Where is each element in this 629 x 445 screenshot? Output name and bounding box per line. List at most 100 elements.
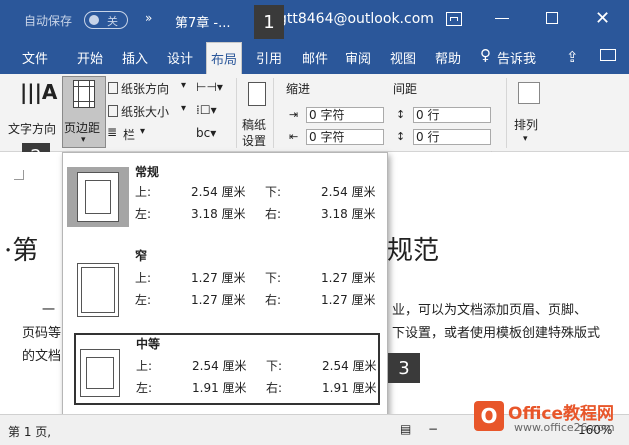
margins-label: 页边距	[64, 121, 101, 135]
doc-para-line2-left: 页码等	[22, 326, 62, 341]
zoom-out-icon[interactable]: −	[428, 422, 438, 436]
doc-para-line3-left: 的文档	[22, 349, 62, 364]
doc-heading-right: 规范	[387, 236, 440, 266]
line-numbers-icon[interactable]: ⁞☐▾	[196, 103, 217, 117]
size-dropdown-icon[interactable]: ▾	[181, 103, 186, 114]
spacing-label: 间距	[393, 82, 418, 96]
columns-dropdown-icon[interactable]: ▾	[140, 126, 145, 137]
tab-mailings[interactable]: 邮件	[302, 48, 328, 67]
maximize-icon[interactable]	[546, 12, 558, 24]
margin-top-label: 上:	[135, 271, 152, 285]
account-email[interactable]: gtt8464@outlook.com	[278, 11, 434, 27]
margins-dropdown: 常规 上: 2.54 厘米 下: 2.54 厘米 左: 3.18 厘米 右: 3…	[62, 152, 388, 445]
orientation-icon	[108, 82, 118, 94]
margins-button[interactable]: 页边距 ▾	[62, 76, 106, 148]
read-mode-icon[interactable]: ▤	[400, 422, 411, 436]
tab-review[interactable]: 审阅	[345, 48, 371, 67]
margin-top-value: 1.27 厘米	[191, 271, 246, 285]
tab-view[interactable]: 视图	[390, 48, 416, 67]
lightbulb-icon: ♀	[480, 46, 491, 64]
ribbon-display-icon[interactable]	[446, 12, 462, 26]
callout-badge-1: 1	[254, 5, 284, 39]
tab-file[interactable]: 文件	[22, 48, 48, 67]
margin-option-name: 常规	[135, 165, 160, 179]
margin-right-label: 右:	[266, 381, 283, 395]
tell-me-search[interactable]: 告诉我	[497, 48, 536, 67]
spacing-after-field[interactable]: 0 行	[413, 129, 491, 145]
doc-heading-left: ·第	[4, 236, 39, 266]
office-logo-icon: O	[474, 401, 504, 431]
tab-layout[interactable]: 布局	[206, 42, 243, 76]
arrange-label: 排列	[514, 118, 539, 132]
comments-icon[interactable]	[600, 49, 616, 61]
share-icon[interactable]: ⇪	[566, 48, 579, 66]
tab-home[interactable]: 开始	[77, 48, 103, 67]
margins-dropdown-icon: ▾	[81, 135, 86, 145]
autosave-state: 关	[107, 15, 118, 28]
margin-right-label: 右:	[265, 207, 282, 221]
document-title: 第7章 -...	[175, 16, 231, 31]
quick-access-more-icon[interactable]: »	[145, 11, 152, 25]
indent-right-icon: ⇤	[289, 130, 299, 143]
margin-option-moderate[interactable]: 中等 上: 2.54 厘米 下: 2.54 厘米 左: 1.91 厘米 右: 1…	[74, 333, 380, 405]
margin-right-value: 1.91 厘米	[322, 381, 377, 395]
margin-top-value: 2.54 厘米	[192, 359, 247, 373]
draft-paper-label-1: 稿纸	[242, 118, 267, 132]
size-button[interactable]: 纸张大小	[121, 103, 169, 120]
indent-right-field[interactable]: 0 字符	[306, 129, 384, 145]
hyphenation-icon[interactable]: bc▾	[196, 126, 216, 140]
spacing-before-icon: ↕	[396, 108, 406, 121]
margin-option-name: 窄	[135, 249, 148, 263]
indent-left-value: 0 字符	[309, 108, 345, 122]
margin-bottom-value: 2.54 厘米	[322, 359, 377, 373]
watermark-logo: O Office教程网 www.office26.com	[470, 395, 629, 445]
draft-paper-label-2: 设置	[242, 134, 267, 148]
margin-left-label: 左:	[135, 207, 152, 221]
margin-top-value: 2.54 厘米	[191, 185, 246, 199]
spacing-after-value: 0 行	[416, 130, 440, 144]
spacing-before-field[interactable]: 0 行	[413, 107, 491, 123]
size-icon	[108, 105, 118, 117]
breaks-icon[interactable]: ⊢⊣▾	[196, 80, 223, 94]
margin-bottom-value: 2.54 厘米	[321, 185, 376, 199]
arrange-button[interactable]: 排列 ▾	[506, 78, 546, 148]
margin-moderate-thumb-icon	[80, 349, 120, 397]
arrange-icon	[518, 82, 540, 104]
margin-option-narrow[interactable]: 窄 上: 1.27 厘米 下: 1.27 厘米 左: 1.27 厘米 右: 1.…	[63, 241, 387, 329]
margin-narrow-thumb-icon	[77, 263, 119, 317]
orientation-button[interactable]: 纸张方向	[121, 80, 169, 97]
tab-references[interactable]: 引用	[256, 48, 282, 67]
tab-design[interactable]: 设计	[167, 48, 193, 67]
autosave-toggle[interactable]: 关	[84, 11, 128, 29]
toggle-knob	[89, 15, 99, 25]
margin-right-label: 右:	[265, 293, 282, 307]
close-icon[interactable]: ✕	[595, 8, 610, 29]
margin-option-normal[interactable]: 常规 上: 2.54 厘米 下: 2.54 厘米 左: 3.18 厘米 右: 3…	[63, 153, 387, 241]
columns-button[interactable]: 栏	[123, 126, 135, 143]
spacing-before-value: 0 行	[416, 108, 440, 122]
margin-top-label: 上:	[135, 185, 152, 199]
margin-bottom-label: 下:	[265, 185, 282, 199]
text-direction-button[interactable]: |||A 文字方向	[6, 78, 60, 148]
tab-insert[interactable]: 插入	[122, 48, 148, 67]
watermark-url: www.office26.com	[514, 421, 615, 434]
margin-top-label: 上:	[136, 359, 153, 373]
margin-left-label: 左:	[135, 293, 152, 307]
tab-help[interactable]: 帮助	[435, 48, 461, 67]
margin-right-value: 3.18 厘米	[321, 207, 376, 221]
page-indicator[interactable]: 第 1 页,	[8, 423, 51, 440]
margin-left-value: 3.18 厘米	[191, 207, 246, 221]
doc-para-line1-left: 一	[42, 303, 56, 318]
orientation-dropdown-icon[interactable]: ▾	[181, 80, 186, 91]
margin-left-value: 1.27 厘米	[191, 293, 246, 307]
indent-left-field[interactable]: 0 字符	[306, 107, 384, 123]
columns-icon: ≣	[107, 125, 118, 139]
margin-left-value: 1.91 厘米	[192, 381, 247, 395]
indent-left-icon: ⇥	[289, 108, 299, 121]
doc-para-line2-right: 下设置，或者使用模板创建特殊版式	[392, 326, 601, 341]
minimize-icon[interactable]	[495, 18, 509, 19]
spacing-after-icon: ↕	[396, 130, 406, 143]
margin-right-value: 1.27 厘米	[321, 293, 376, 307]
margin-bottom-label: 下:	[265, 271, 282, 285]
draft-paper-button[interactable]: 稿纸 设置	[236, 78, 274, 148]
